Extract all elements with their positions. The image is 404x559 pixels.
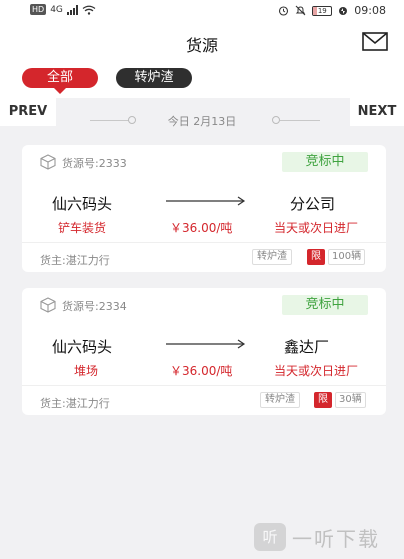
cargo-card[interactable]: 货源号:2334 竞标中 仙六码头 堆场 ￥36.00/吨 鑫达厂 当天或次日进… (22, 288, 386, 415)
page-title: 货源 (185, 36, 218, 55)
app-header: 货源 (0, 22, 404, 62)
status-bar: HD 4G 19 09:08 (0, 0, 404, 22)
mute-icon (295, 5, 306, 16)
date-line-right (280, 120, 320, 121)
clock-time: 09:08 (354, 4, 386, 17)
cube-icon (40, 297, 56, 313)
card-divider (22, 385, 386, 386)
cargo-owner: 货主:湛江力行 (40, 397, 110, 410)
alarm-icon (279, 6, 289, 16)
network-label: 4G (50, 4, 63, 15)
origin-location: 仙六码头 (52, 338, 113, 356)
filter-chip-slag[interactable]: 转炉渣 (116, 68, 192, 88)
signal-icon (66, 4, 78, 15)
delivery-time: 当天或次日进厂 (274, 364, 359, 378)
wifi-icon (82, 5, 96, 15)
status-right: 19 09:08 (278, 4, 386, 17)
delivery-time: 当天或次日进厂 (274, 221, 359, 235)
limit-tag: 限 (307, 249, 325, 265)
destination-location: 分公司 (290, 195, 336, 213)
date-navigator: PREV NEXT 今日 2月13日 (0, 98, 404, 142)
load-type: 铲车装货 (58, 221, 107, 235)
current-date: 今日 2月13日 (167, 115, 237, 128)
hd-badge: HD (30, 4, 47, 15)
arrow-right-icon (166, 339, 246, 349)
battery-icon: 19 (312, 5, 333, 16)
watermark-text: 一听下载 (292, 526, 380, 551)
cube-icon (40, 154, 56, 170)
status-left: HD 4G (30, 4, 96, 15)
limit-tag: 限 (314, 392, 332, 408)
source-number: 货源号:2333 (62, 157, 127, 170)
date-dot-right (272, 116, 280, 124)
filter-chip-all[interactable]: 全部 (22, 68, 98, 94)
mail-icon[interactable] (362, 32, 388, 51)
cargo-card[interactable]: 货源号:2333 竞标中 仙六码头 铲车装货 ￥36.00/吨 分公司 当天或次… (22, 145, 386, 272)
battery-level: 19 (317, 6, 327, 15)
watermark-logo: 听 (254, 523, 286, 551)
destination-location: 鑫达厂 (284, 338, 330, 356)
cargo-owner: 货主:湛江力行 (40, 254, 110, 267)
source-number: 货源号:2334 (62, 300, 127, 313)
arrow-right-icon (166, 196, 246, 206)
card-divider (22, 242, 386, 243)
data-saver-icon (339, 6, 348, 15)
vehicle-count-tag: 100辆 (328, 249, 366, 265)
freight-price: ￥36.00/吨 (170, 221, 233, 235)
cargo-type-tag: 转炉渣 (252, 249, 292, 265)
vehicle-count-tag: 30辆 (335, 392, 366, 408)
filter-bar: 全部 转炉渣 (0, 62, 404, 98)
freight-price: ￥36.00/吨 (170, 364, 233, 378)
status-badge: 竞标中 (282, 295, 368, 315)
origin-location: 仙六码头 (52, 195, 113, 213)
watermark: 听 一听下载 (254, 522, 380, 552)
status-badge: 竞标中 (282, 152, 368, 172)
cargo-type-tag: 转炉渣 (260, 392, 300, 408)
load-type: 堆场 (74, 364, 99, 378)
